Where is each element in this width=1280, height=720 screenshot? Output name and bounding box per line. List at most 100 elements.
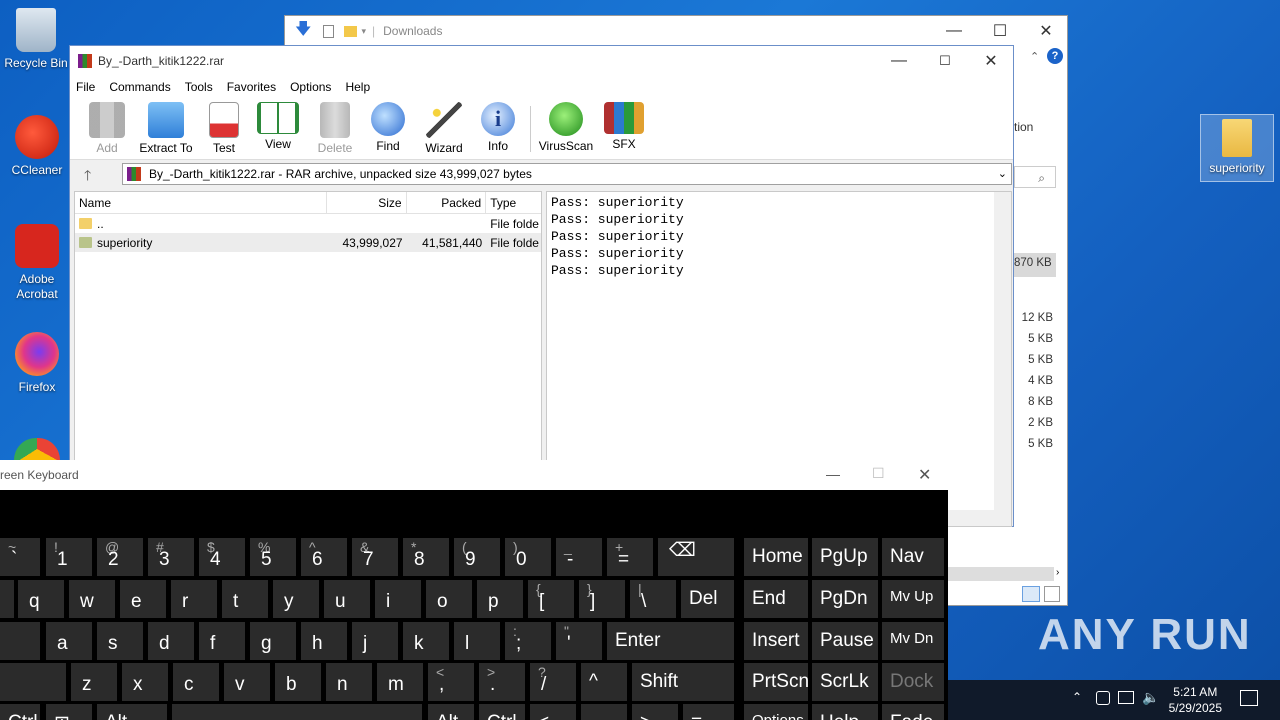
desktop-icon-ccleaner[interactable]: CCleaner (1, 115, 73, 178)
key-symbol[interactable]: + = (607, 538, 653, 576)
key-x[interactable]: x (122, 663, 168, 701)
key-symbol[interactable]: > (632, 704, 678, 720)
key-q[interactable]: q (18, 580, 64, 618)
chevron-down-icon[interactable]: ⌄ (998, 167, 1007, 180)
key-blank[interactable] (0, 663, 66, 701)
menu-tools[interactable]: Tools (185, 80, 221, 94)
key-o[interactable]: o (426, 580, 472, 618)
key-symbol[interactable]: ? / (530, 663, 576, 701)
key-symbol[interactable]: {[ (528, 580, 574, 618)
key-y[interactable]: y (273, 580, 319, 618)
column-name[interactable]: Name (75, 192, 327, 213)
horizontal-scrollbar[interactable] (946, 567, 1054, 581)
key-j[interactable]: j (352, 622, 398, 660)
key-symbol[interactable]: :; (505, 622, 551, 660)
add-button[interactable]: Add (86, 102, 128, 155)
key-fade[interactable]: Fade (882, 704, 944, 720)
table-row[interactable]: .. File folde (75, 214, 541, 233)
key-mvdn[interactable]: Mv Dn (882, 622, 944, 660)
search-icon[interactable]: ⌕ (1014, 166, 1056, 188)
key-del[interactable]: Del (681, 580, 734, 618)
key-symbol[interactable]: ⌫ (658, 538, 734, 576)
up-arrow-icon[interactable]: 🡑 (84, 165, 91, 189)
key-m[interactable]: m (377, 663, 423, 701)
key-insert[interactable]: Insert (744, 622, 808, 660)
close-button[interactable]: ✕ (918, 465, 931, 485)
key-help[interactable]: Help (812, 704, 878, 720)
info-button[interactable]: i Info (478, 102, 518, 153)
find-button[interactable]: Find (368, 102, 408, 153)
key-r[interactable]: r (171, 580, 217, 618)
desktop-icon-firefox[interactable]: Firefox (1, 332, 73, 395)
dropdown-arrow-icon[interactable]: ▾ (361, 26, 366, 37)
key-d[interactable]: d (148, 622, 194, 660)
key-g[interactable]: g (250, 622, 296, 660)
large-icons-view-icon[interactable] (1044, 586, 1060, 602)
column-packed[interactable]: Packed (407, 192, 487, 213)
key-t[interactable]: t (222, 580, 268, 618)
key-pgdn[interactable]: PgDn (812, 580, 878, 618)
key-a[interactable]: a (46, 622, 92, 660)
key-6[interactable]: ^ 6 (301, 538, 347, 576)
key-f[interactable]: f (199, 622, 245, 660)
key-symbol[interactable]: <, (428, 663, 474, 701)
clock[interactable]: 5:21 AM 5/29/2025 (1169, 684, 1222, 716)
details-view-icon[interactable] (1022, 586, 1040, 602)
key-alt[interactable]: Alt (428, 704, 474, 720)
key-enter[interactable]: Enter (607, 622, 734, 660)
maximize-button[interactable]: ☐ (922, 46, 968, 76)
key-symbol[interactable]: < (530, 704, 576, 720)
desktop-icon-adobe-acrobat[interactable]: Adobe Acrobat (1, 224, 73, 302)
address-bar[interactable]: By_-Darth_kitik1222.rar - RAR archive, u… (122, 163, 1012, 185)
key-end[interactable]: End (744, 580, 808, 618)
key-0[interactable]: ) 0 (505, 538, 551, 576)
key-prtscn[interactable]: PrtScn (744, 663, 809, 701)
key-e[interactable]: e (120, 580, 166, 618)
key-2[interactable]: @2 (97, 538, 143, 576)
menu-help[interactable]: Help (345, 80, 378, 94)
chevron-up-icon[interactable]: ⌃ (1030, 50, 1039, 63)
key-7[interactable]: & 7 (352, 538, 398, 576)
close-button[interactable]: ✕ (968, 46, 1014, 76)
key-symbol[interactable]: ^ (581, 663, 627, 701)
table-row[interactable]: superiority 43,999,027 41,581,440 File f… (75, 233, 541, 252)
key-4[interactable]: $4 (199, 538, 245, 576)
sfx-button[interactable]: SFX (604, 102, 644, 151)
key-blank[interactable] (172, 704, 422, 720)
wizard-button[interactable]: Wizard (422, 102, 466, 155)
key-9[interactable]: (9 (454, 538, 500, 576)
menu-favorites[interactable]: Favorites (227, 80, 284, 94)
key-nav[interactable]: Nav (882, 538, 944, 576)
key-blank[interactable] (0, 580, 14, 618)
minimize-button[interactable]: — (876, 46, 922, 76)
key-p[interactable]: p (477, 580, 523, 618)
key-symbol[interactable]: }] (579, 580, 625, 618)
key-w[interactable]: w (69, 580, 115, 618)
maximize-button[interactable]: ☐ (872, 465, 885, 482)
delete-button[interactable]: Delete (314, 102, 356, 155)
desktop-folder-superiority[interactable]: superiority (1200, 114, 1274, 182)
column-type[interactable]: Type (486, 192, 541, 213)
desktop-icon-recycle-bin[interactable]: Recycle Bin (0, 8, 72, 71)
column-size[interactable]: Size (327, 192, 407, 213)
key-u[interactable]: u (324, 580, 370, 618)
key-symbol[interactable]: ≡ (683, 704, 734, 720)
key-1[interactable]: ! 1 (46, 538, 92, 576)
notifications-icon[interactable] (1240, 690, 1258, 706)
key-blank[interactable] (0, 622, 40, 660)
key-n[interactable]: n (326, 663, 372, 701)
key-b[interactable]: b (275, 663, 321, 701)
key-v[interactable]: v (224, 663, 270, 701)
key-i[interactable]: i (375, 580, 421, 618)
network-icon[interactable] (1118, 691, 1134, 704)
key-symbol[interactable]: ~ ` (0, 538, 40, 576)
key-symbol[interactable]: _ - (556, 538, 602, 576)
key-c[interactable]: c (173, 663, 219, 701)
key-options[interactable]: Options (744, 704, 808, 720)
help-icon[interactable]: ? (1047, 48, 1063, 64)
menu-options[interactable]: Options (290, 80, 339, 94)
key-s[interactable]: s (97, 622, 143, 660)
key-mvup[interactable]: Mv Up (882, 580, 944, 618)
key-symbol[interactable]: ⌄ (581, 704, 627, 720)
view-button[interactable]: View (256, 102, 300, 151)
